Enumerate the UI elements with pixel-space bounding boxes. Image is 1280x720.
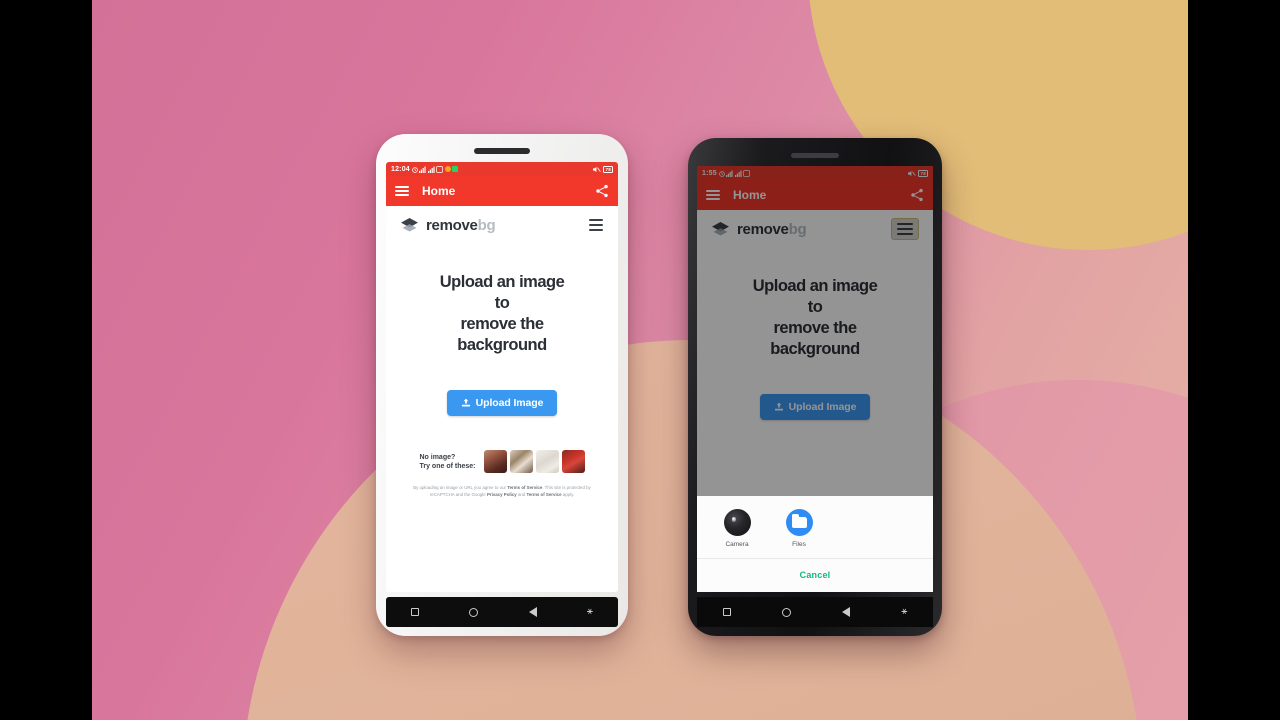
removebg-layers-logo (401, 217, 418, 232)
earpiece-speaker (474, 148, 530, 154)
app-bar-title: Home (422, 184, 456, 198)
status-icons-left (412, 165, 459, 173)
headline-line-3: remove the (460, 315, 544, 334)
site-header: removebg (386, 206, 618, 244)
phone-screen-left: 12:04 78 Home removebg Upload an image t… (386, 162, 618, 592)
phone-device-left: 12:04 78 Home removebg Upload an image t… (376, 134, 628, 636)
upload-button-label: Upload Image (475, 397, 544, 410)
sample-thumbnails (483, 450, 585, 474)
brand-remove: remove (426, 216, 478, 234)
sample-images-label: No image? Try one of these: (419, 453, 475, 472)
home-circle-icon[interactable] (781, 607, 791, 617)
signal-icon (419, 166, 427, 173)
legal-text-1: By uploading an image or URL you agree t… (413, 485, 508, 491)
chooser-camera-label: Camera (725, 541, 749, 548)
system-navigation-bar: ⚹ (386, 597, 618, 627)
back-triangle-icon[interactable] (528, 607, 537, 617)
page-content: Upload an image to remove the background… (386, 244, 618, 500)
headline-line-4: background (457, 336, 547, 355)
accessibility-icon[interactable]: ⚹ (901, 607, 907, 617)
chooser-item-camera[interactable]: Camera (717, 509, 757, 548)
app-menu-icon[interactable] (395, 185, 409, 197)
whatsapp-icon (452, 166, 459, 172)
status-bar-left: 12:04 (391, 165, 459, 173)
app-chooser-sheet: Camera Files Cancel (697, 496, 933, 592)
signal-icon (427, 166, 435, 173)
sample-images-row: No image? Try one of these: (396, 450, 608, 474)
back-triangle-icon[interactable] (842, 607, 851, 617)
alarm-icon (412, 166, 418, 173)
phone-screen-right: 1:55 78 Home removebg Upload an image to… (697, 166, 933, 592)
headline-line-2: to (494, 294, 510, 313)
headline-line-1: Upload an image (439, 273, 565, 291)
cancel-button[interactable]: Cancel (697, 559, 933, 592)
sample-thumbnail[interactable] (535, 450, 559, 474)
phone-device-right: 1:55 78 Home removebg Upload an image to… (688, 138, 942, 636)
recents-square-icon[interactable] (411, 608, 420, 616)
sim-icon (436, 165, 444, 173)
brand-wordmark: removebg (426, 216, 496, 234)
decorative-background (92, 0, 1188, 720)
camera-icon (723, 509, 751, 536)
share-icon[interactable] (595, 184, 609, 198)
chooser-app-list: Camera Files (697, 509, 933, 558)
brand-bg: bg (477, 216, 496, 234)
sample-thumbnail[interactable] (483, 450, 507, 474)
letterbox-left (0, 0, 92, 720)
upload-icon (461, 399, 470, 407)
legal-disclaimer: By uploading an image or URL you agree t… (396, 485, 608, 499)
home-circle-icon[interactable] (469, 607, 479, 617)
battery-icon: 78 (603, 165, 613, 173)
chooser-files-label: Files (792, 541, 806, 548)
page-headline: Upload an image to remove the background (396, 272, 608, 356)
app-bar: Home (386, 176, 618, 206)
mute-icon (593, 166, 602, 172)
screenshot-stage: 12:04 78 Home removebg Upload an image t… (0, 0, 1280, 720)
messenger-icon (444, 166, 451, 172)
privacy-policy-link[interactable]: Privacy Policy (487, 492, 517, 497)
recents-square-icon[interactable] (722, 608, 731, 616)
files-folder-icon (785, 509, 813, 536)
upload-image-button[interactable]: Upload Image (446, 390, 558, 417)
sample-thumbnail[interactable] (561, 450, 585, 474)
legal-text-4: apply. (561, 492, 575, 498)
sample-thumbnail[interactable] (509, 450, 533, 474)
brand-logo[interactable]: removebg (400, 217, 580, 234)
status-clock: 12:04 (391, 165, 410, 173)
letterbox-right (1188, 0, 1280, 720)
system-navigation-bar: ⚹ (697, 597, 933, 627)
accessibility-icon[interactable]: ⚹ (587, 607, 593, 617)
status-bar: 12:04 78 (386, 162, 618, 176)
sample-label-line-2: Try one of these: (419, 462, 476, 470)
sample-label-line-1: No image? (419, 453, 456, 461)
terms-of-service-link-2[interactable]: Terms of Service (526, 492, 561, 497)
status-bar-right: 78 (592, 165, 613, 173)
earpiece-speaker (791, 153, 839, 158)
chooser-item-files[interactable]: Files (779, 509, 819, 548)
site-menu-icon[interactable] (588, 216, 604, 234)
terms-of-service-link[interactable]: Terms of Service (507, 485, 542, 490)
